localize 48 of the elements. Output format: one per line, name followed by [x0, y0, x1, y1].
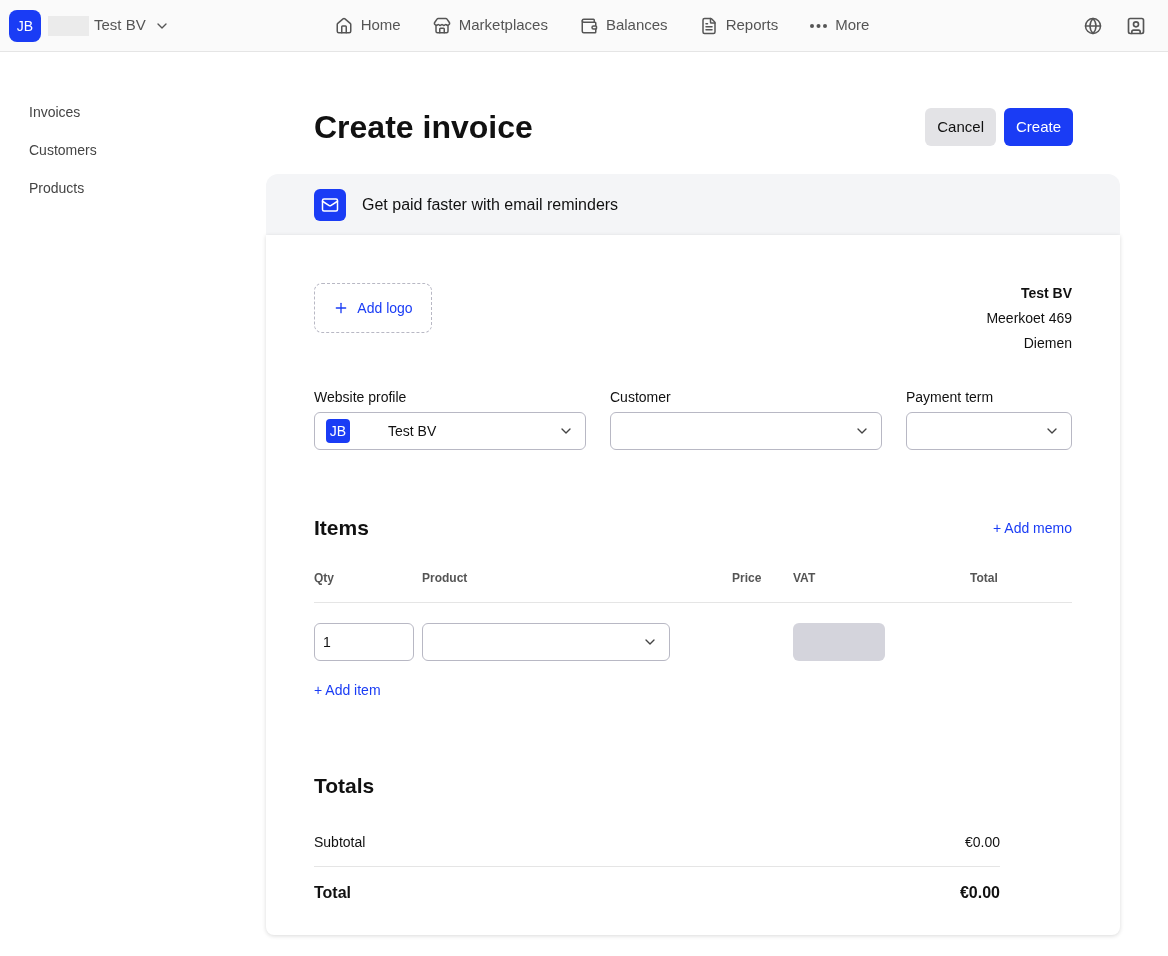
select-field[interactable] — [906, 412, 1072, 450]
add-logo-button[interactable]: Add logo — [314, 283, 432, 333]
store-icon — [432, 16, 451, 35]
sidebar-item[interactable]: Customers — [29, 140, 266, 160]
column-header: Product — [422, 569, 469, 586]
address-line: Meerkoet 469 — [986, 309, 1072, 328]
column-header: Price — [732, 569, 763, 586]
cancel-button[interactable]: Cancel — [925, 108, 996, 146]
nav-link[interactable]: Reports — [699, 14, 779, 37]
total-label: Total — [314, 883, 352, 903]
add-item-link[interactable]: + Add item — [314, 679, 381, 700]
nav-link[interactable]: Balances — [579, 14, 668, 37]
profile-avatar: JB — [326, 419, 350, 443]
column-header: VAT — [793, 569, 817, 586]
page-title: Create invoice — [314, 108, 533, 147]
banner-text: Get paid faster with email reminders — [362, 194, 619, 215]
total-value: €0.00 — [959, 883, 1000, 903]
home-icon — [334, 16, 353, 35]
select-field[interactable] — [610, 412, 882, 450]
account-icon[interactable] — [1126, 15, 1146, 36]
subtotal-label: Subtotal — [314, 833, 366, 852]
wallet-icon — [579, 16, 598, 35]
mail-icon — [314, 188, 346, 221]
sidebar-item[interactable]: Invoices — [29, 102, 266, 122]
product-select[interactable] — [422, 622, 670, 661]
column-header: Qty — [314, 569, 335, 586]
nav-link[interactable]: Home — [334, 14, 401, 37]
nav-link[interactable]: Marketplaces — [432, 14, 548, 37]
create-button[interactable]: Create — [1003, 108, 1073, 146]
subtotal-value: €0.00 — [964, 833, 1000, 852]
field-label: Customer — [610, 388, 672, 407]
address-line: Test BV — [1020, 284, 1072, 303]
qty-input[interactable]: 1 — [314, 622, 414, 661]
org-avatar[interactable]: JB — [9, 9, 41, 42]
totals-heading: Totals — [314, 772, 376, 799]
field-label: Website profile — [314, 388, 408, 407]
add-memo-link[interactable]: + Add memo — [993, 517, 1072, 538]
org-switcher[interactable]: Test BV — [94, 14, 170, 37]
items-heading: Items — [314, 515, 369, 541]
nav-link[interactable]: More — [810, 14, 870, 37]
address-line: Diemen — [1023, 334, 1072, 353]
field-label: Payment term — [906, 388, 995, 407]
sidebar-item[interactable]: Products — [29, 178, 266, 198]
dots-icon — [810, 23, 828, 28]
select-field[interactable]: JB Test BV — [314, 412, 586, 450]
file-icon — [699, 16, 718, 35]
globe-icon[interactable] — [1084, 16, 1102, 35]
column-header: Total — [970, 569, 998, 586]
